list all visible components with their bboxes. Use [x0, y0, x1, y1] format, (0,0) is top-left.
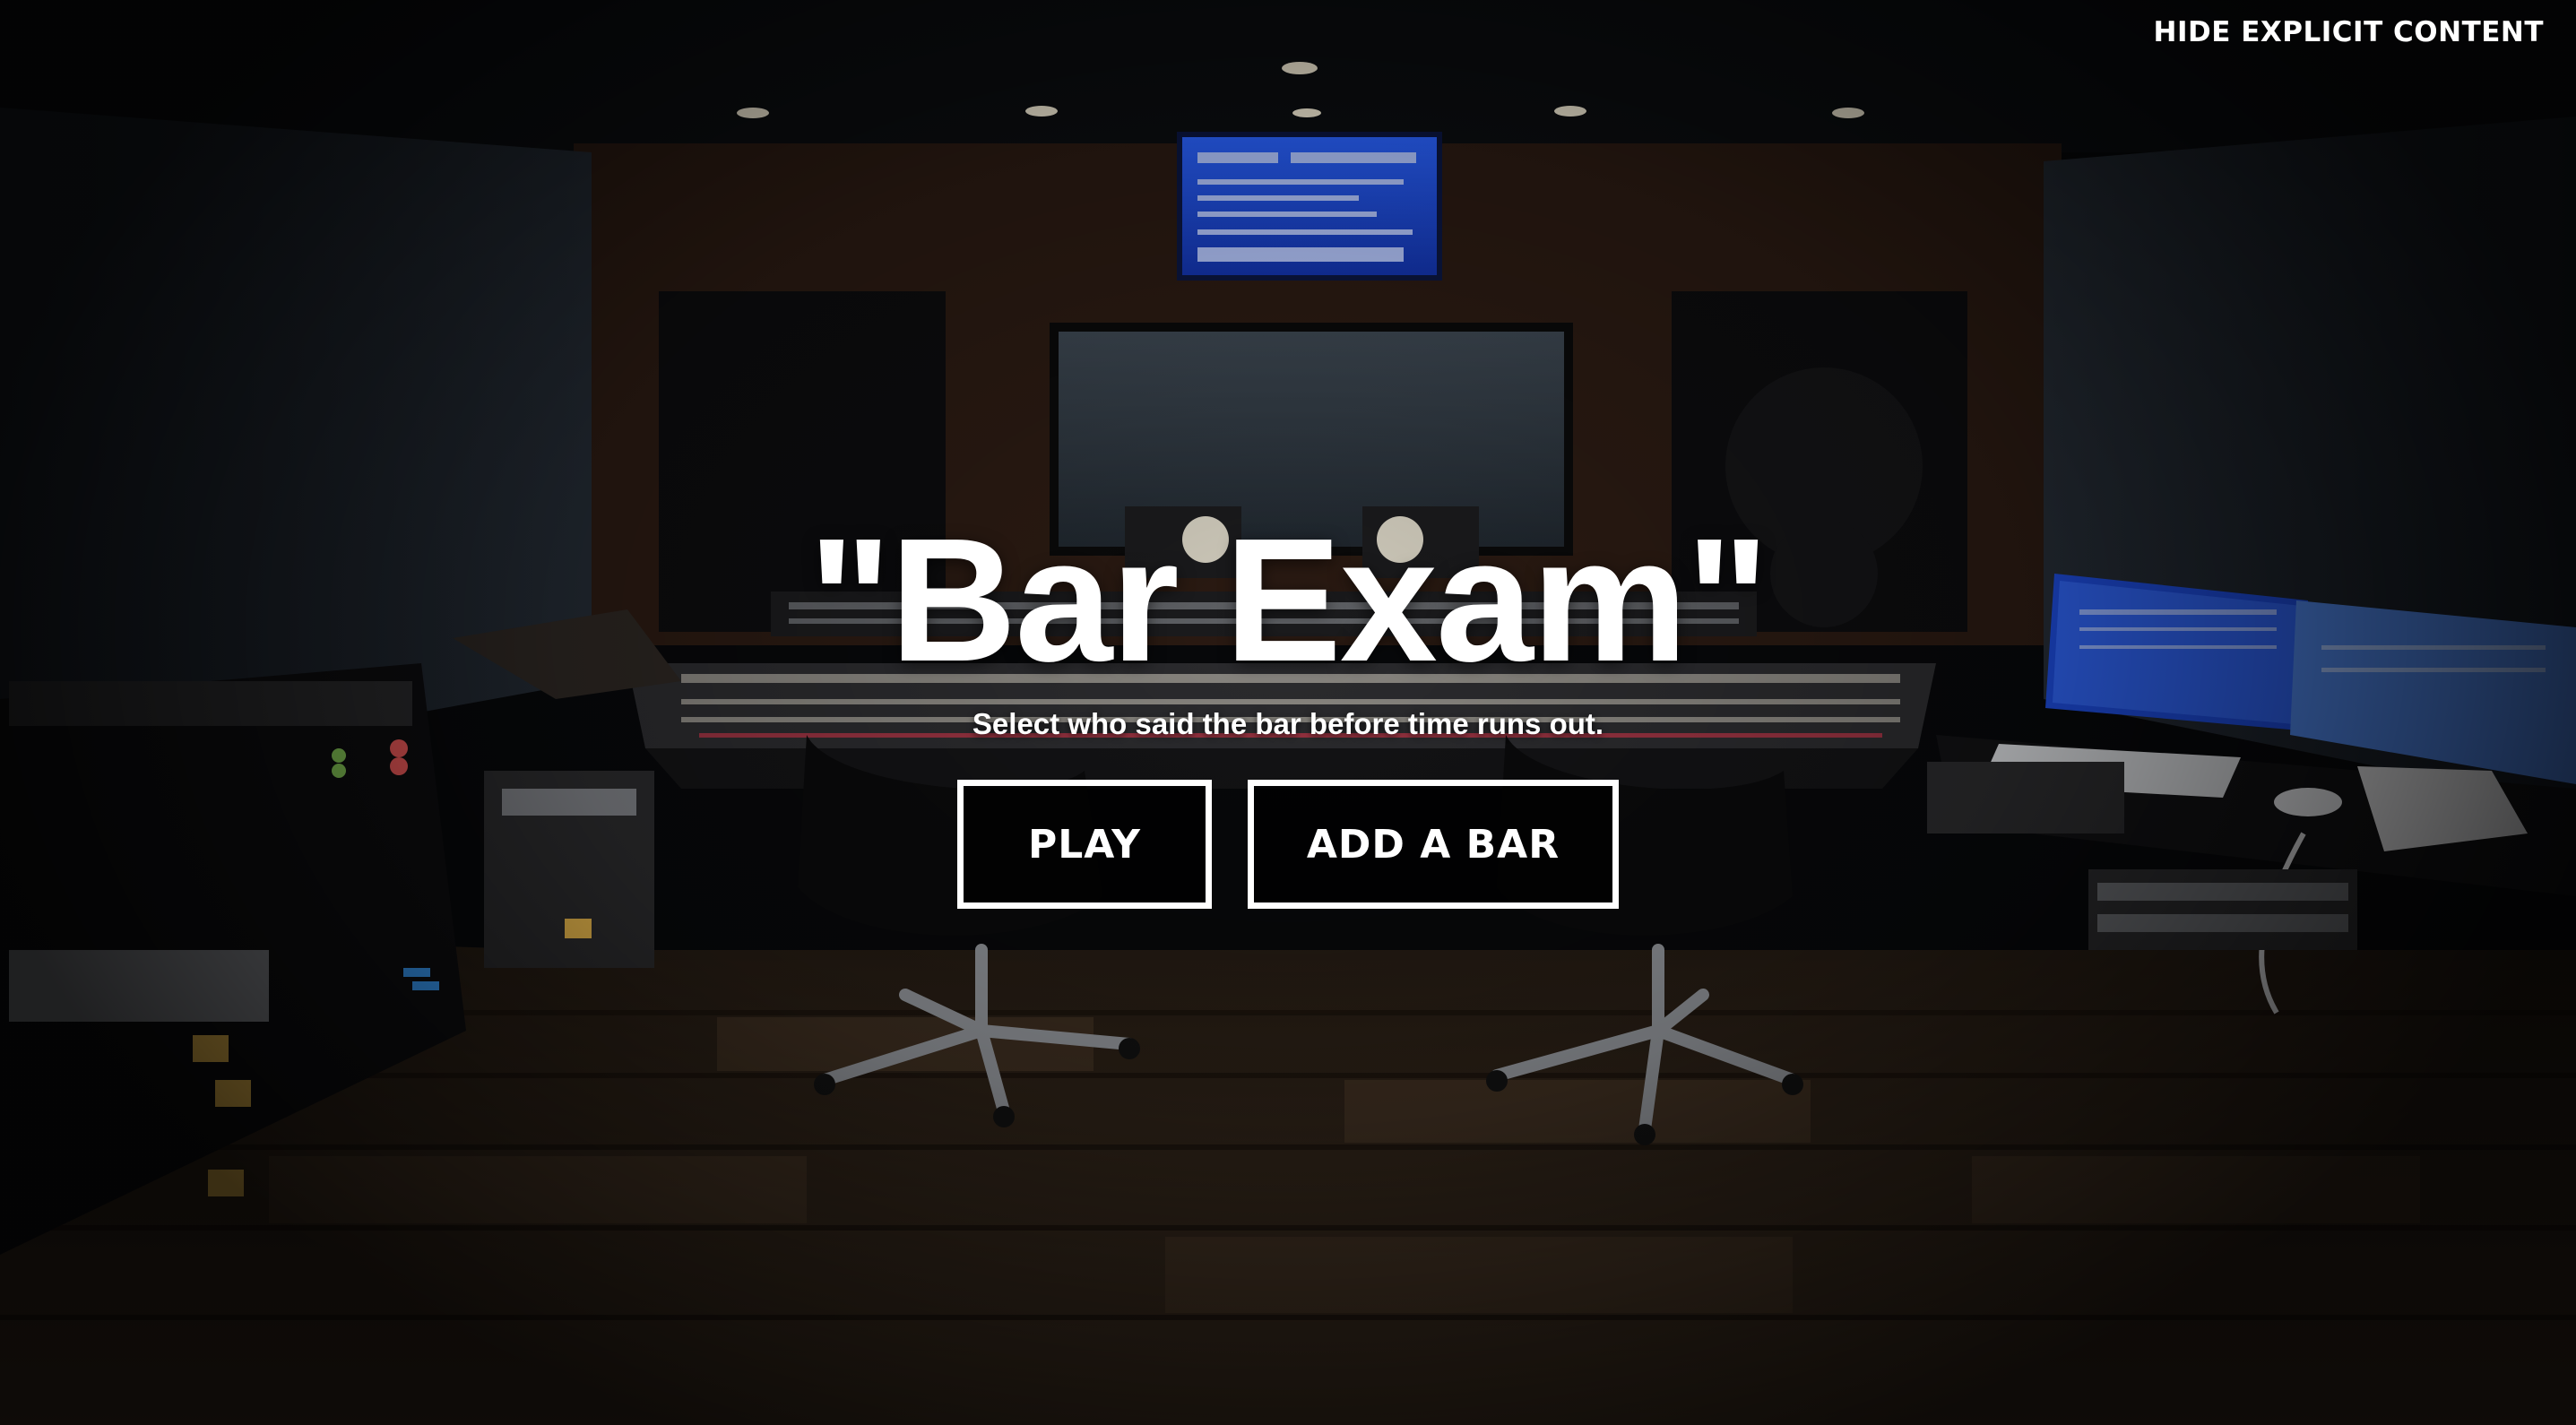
add-a-bar-button[interactable]: ADD A BAR: [1248, 780, 1619, 909]
action-buttons: PLAY ADD A BAR: [0, 780, 2576, 909]
hide-explicit-content-toggle[interactable]: HIDE EXPLICIT CONTENT: [2154, 14, 2544, 50]
page-title: "Bar Exam": [808, 502, 1769, 698]
hero-section: "Bar Exam" Select who said the bar befor…: [0, 502, 2576, 909]
landing-page: HIDE EXPLICIT CONTENT "Bar Exam" Select …: [0, 0, 2576, 1425]
play-button[interactable]: PLAY: [957, 780, 1212, 909]
page-subtitle: Select who said the bar before time runs…: [972, 707, 1604, 740]
